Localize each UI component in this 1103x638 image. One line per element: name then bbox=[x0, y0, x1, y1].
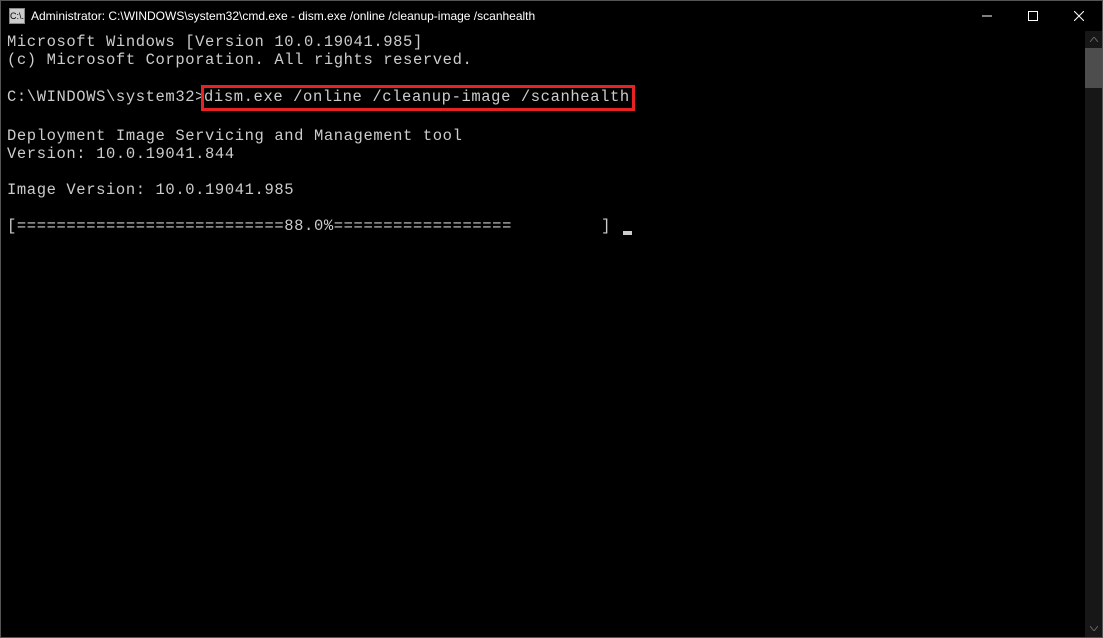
output-line: (c) Microsoft Corporation. All rights re… bbox=[7, 51, 472, 69]
command-highlight: dism.exe /online /cleanup-image /scanhea… bbox=[201, 85, 635, 111]
entered-command: dism.exe /online /cleanup-image /scanhea… bbox=[204, 88, 630, 106]
close-button[interactable] bbox=[1056, 1, 1102, 31]
close-icon bbox=[1074, 11, 1084, 21]
cursor bbox=[623, 231, 632, 235]
window-title: Administrator: C:\WINDOWS\system32\cmd.e… bbox=[31, 9, 964, 23]
maximize-icon bbox=[1028, 11, 1038, 21]
minimize-icon bbox=[982, 11, 992, 21]
scrollbar[interactable] bbox=[1085, 31, 1102, 637]
output-line: Deployment Image Servicing and Managemen… bbox=[7, 127, 462, 145]
scroll-thumb[interactable] bbox=[1085, 48, 1102, 88]
scroll-down-arrow-icon[interactable] bbox=[1085, 620, 1102, 637]
progress-bar: [===========================88.0%=======… bbox=[7, 217, 621, 235]
output-line: Microsoft Windows [Version 10.0.19041.98… bbox=[7, 33, 423, 51]
terminal-area: Microsoft Windows [Version 10.0.19041.98… bbox=[1, 31, 1102, 637]
window-controls bbox=[964, 1, 1102, 31]
chevron-down-icon bbox=[1090, 626, 1098, 631]
output-line: Image Version: 10.0.19041.985 bbox=[7, 181, 294, 199]
chevron-up-icon bbox=[1090, 37, 1098, 42]
output-line: Version: 10.0.19041.844 bbox=[7, 145, 235, 163]
cmd-icon: C:\. bbox=[9, 8, 25, 24]
scroll-up-arrow-icon[interactable] bbox=[1085, 31, 1102, 48]
terminal-output[interactable]: Microsoft Windows [Version 10.0.19041.98… bbox=[1, 31, 1085, 637]
titlebar[interactable]: C:\. Administrator: C:\WINDOWS\system32\… bbox=[1, 1, 1102, 31]
prompt-prefix: C:\WINDOWS\system32> bbox=[7, 88, 205, 106]
cmd-window: C:\. Administrator: C:\WINDOWS\system32\… bbox=[0, 0, 1103, 638]
minimize-button[interactable] bbox=[964, 1, 1010, 31]
maximize-button[interactable] bbox=[1010, 1, 1056, 31]
